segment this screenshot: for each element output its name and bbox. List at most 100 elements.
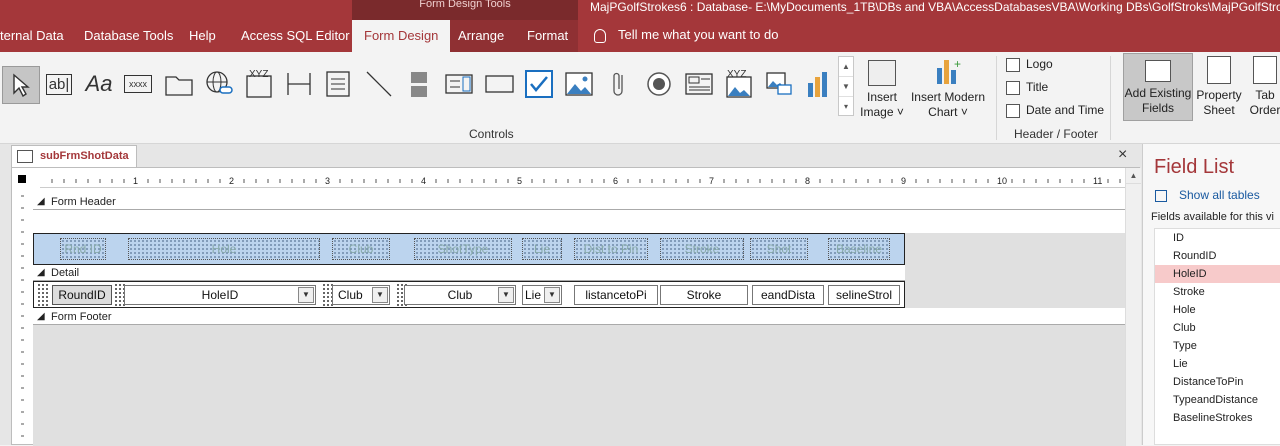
rectangle-icon[interactable] — [482, 67, 516, 101]
field-item[interactable]: RoundID — [1155, 247, 1280, 265]
unbound-object-frame-icon[interactable] — [762, 67, 796, 101]
select-pointer-icon[interactable] — [2, 66, 40, 104]
tab-order-icon — [1253, 56, 1277, 84]
option-button-icon[interactable] — [642, 67, 676, 101]
detail-roundid[interactable]: RoundID — [52, 285, 112, 305]
detail-holeid-combo[interactable]: HoleID ▼ — [124, 285, 316, 305]
field-item[interactable]: Lie — [1155, 355, 1280, 373]
close-icon[interactable]: × — [1118, 146, 1127, 164]
option-group-icon[interactable] — [321, 67, 355, 101]
field-item[interactable]: Type — [1155, 337, 1280, 355]
form-icon — [17, 150, 33, 163]
form-header-section[interactable]: Rnd ID Hole Club ShotType Lie Dist to Pi… — [33, 233, 905, 265]
gallery-more-icon[interactable]: ▾ — [839, 97, 853, 117]
lightbulb-icon — [594, 28, 606, 43]
header-label-club[interactable]: Club — [332, 238, 390, 260]
form-footer-bar[interactable]: ◢ Form Footer — [33, 309, 1125, 325]
button-control-icon[interactable]: xxxx — [121, 67, 155, 101]
vertical-ruler[interactable] — [15, 188, 33, 446]
chevron-down-icon[interactable]: ▼ — [372, 287, 388, 303]
web-browser-icon[interactable]: XYZ — [242, 67, 276, 101]
vertical-scrollbar[interactable]: ▲ — [1125, 168, 1141, 446]
textbox-icon[interactable]: ab| — [42, 67, 76, 101]
header-label-rndid[interactable]: Rnd ID — [60, 238, 106, 260]
detail-stroke[interactable]: Stroke — [660, 285, 748, 305]
chevron-down-icon[interactable]: ▼ — [298, 287, 314, 303]
document-tab[interactable]: subFrmShotData — [11, 145, 137, 167]
section-marker-icon: ◢ — [37, 196, 45, 207]
navigation-control-icon[interactable] — [282, 67, 316, 101]
detail-distancetopin[interactable]: listancetoPi — [574, 285, 658, 305]
field-item[interactable]: Stroke — [1155, 283, 1280, 301]
header-label-disttopin[interactable]: Dist to Pin — [574, 238, 648, 260]
header-label-baseline[interactable]: Baseline — [828, 238, 890, 260]
add-existing-fields-button[interactable]: Add Existing Fields — [1123, 53, 1193, 121]
label-icon[interactable]: Aa — [82, 67, 116, 101]
header-label-shottype[interactable]: ShotType — [414, 238, 512, 260]
form-header-bar[interactable]: ◢ Form Header — [33, 194, 1125, 210]
detail-lie-combo[interactable]: Lie ▼ — [522, 285, 562, 305]
field-item[interactable]: HoleID — [1155, 265, 1280, 283]
attachment-icon[interactable] — [602, 67, 636, 101]
ruler-number: 8 — [805, 176, 810, 186]
form-header-label: Form Header — [51, 196, 116, 208]
chart-icon[interactable] — [802, 67, 836, 101]
form-footer-section[interactable] — [33, 325, 1125, 446]
field-item[interactable]: TypeandDistance — [1155, 391, 1280, 409]
header-label-stroke[interactable]: Stroke — [660, 238, 744, 260]
detail-section[interactable]: RoundID HoleID ▼ Club ▼ Club ▼ Lie ▼ listanc… — [33, 281, 905, 308]
detail-club-combo[interactable]: Club ▼ — [332, 285, 390, 305]
image-icon[interactable] — [562, 67, 596, 101]
logo-button[interactable]: Logo — [1006, 54, 1053, 74]
chevron-down-icon[interactable]: ▼ — [544, 287, 560, 303]
insert-image-button[interactable]: Insert Image ˅ — [857, 56, 907, 120]
detail-shottype-combo[interactable]: Club ▼ — [404, 285, 516, 305]
tell-me-search[interactable]: Tell me what you want to do — [594, 20, 778, 52]
ruler-number: 11 — [1093, 176, 1102, 186]
horizontal-ruler[interactable]: 1 2 3 4 5 6 7 8 9 10 11 — [40, 172, 1126, 188]
line-icon[interactable] — [362, 67, 396, 101]
hyperlink-icon[interactable] — [202, 67, 236, 101]
date-time-button[interactable]: Date and Time — [1006, 100, 1104, 120]
tab-database-tools[interactable]: Database Tools — [84, 20, 173, 52]
form-selector[interactable] — [15, 172, 29, 186]
tab-form-design[interactable]: Form Design — [352, 20, 451, 52]
field-item[interactable]: ID — [1155, 229, 1280, 247]
tab-format[interactable]: Format — [527, 20, 568, 52]
show-all-tables-link[interactable]: Show all tables — [1155, 188, 1260, 202]
header-label-hole[interactable]: Hole — [128, 238, 320, 260]
title-button[interactable]: Title — [1006, 77, 1048, 97]
gallery-down-icon[interactable]: ▼ — [839, 77, 853, 97]
field-item[interactable]: Club — [1155, 319, 1280, 337]
field-item[interactable]: DistanceToPin — [1155, 373, 1280, 391]
tab-arrange[interactable]: Arrange — [458, 20, 504, 52]
combo-box-icon[interactable] — [442, 67, 476, 101]
tab-help[interactable]: Help — [189, 20, 216, 52]
ruler-number: 1 — [133, 176, 138, 186]
property-sheet-button[interactable]: Property Sheet — [1194, 56, 1244, 118]
scroll-up-icon[interactable]: ▲ — [1126, 168, 1141, 184]
controls-gallery-scroll[interactable]: ▲ ▼ ▾ — [838, 56, 854, 116]
checkbox-icon[interactable] — [522, 67, 556, 101]
gallery-up-icon[interactable]: ▲ — [839, 57, 853, 77]
calendar-icon — [1006, 103, 1020, 118]
form-design-surface[interactable]: 1 2 3 4 5 6 7 8 9 10 11 ◢ Form Header Rnd ID Hole C… — [11, 167, 1141, 446]
tab-control-icon[interactable] — [162, 67, 196, 101]
tab-order-button[interactable]: Tab Order — [1248, 56, 1280, 118]
subform-icon[interactable] — [682, 67, 716, 101]
bound-object-frame-icon[interactable]: XYZ — [722, 67, 756, 101]
field-item[interactable]: BaselineStrokes — [1155, 409, 1280, 427]
page-break-icon[interactable] — [402, 67, 436, 101]
detail-baselinestrokes[interactable]: selineStrol — [828, 285, 900, 305]
tab-external-data[interactable]: ternal Data — [0, 20, 64, 52]
header-label-shot[interactable]: Shot — [750, 238, 808, 260]
field-item[interactable]: Hole — [1155, 301, 1280, 319]
document-tab-label: subFrmShotData — [40, 150, 129, 162]
ruler-number: 2 — [229, 176, 234, 186]
tab-access-sql-editor[interactable]: Access SQL Editor — [241, 20, 350, 52]
header-label-lie[interactable]: Lie — [522, 238, 562, 260]
insert-modern-chart-button[interactable]: + Insert Modern Chart ˅ — [906, 56, 990, 120]
detail-typeanddistance[interactable]: eandDista — [752, 285, 824, 305]
chevron-down-icon[interactable]: ▼ — [498, 287, 514, 303]
property-sheet-label-2: Sheet — [1203, 103, 1235, 117]
